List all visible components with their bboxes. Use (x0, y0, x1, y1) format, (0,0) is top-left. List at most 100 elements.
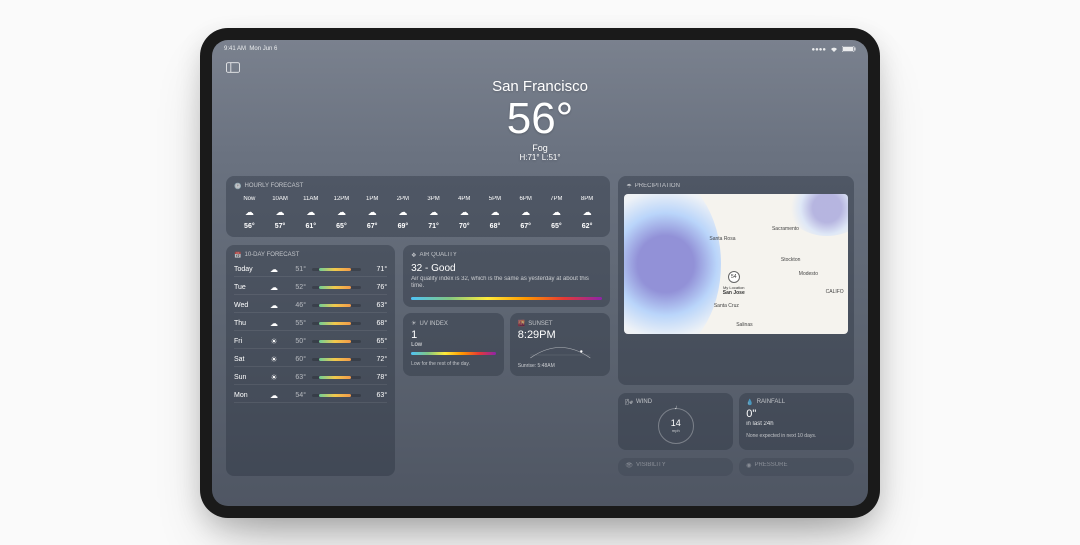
temp-range-bar (312, 340, 361, 343)
city-name: San Francisco (226, 78, 854, 95)
gauge-icon: ◉ (746, 462, 751, 469)
hourly-time: 2PM (388, 196, 419, 202)
hourly-temp: 67° (357, 223, 388, 230)
air-quality-card[interactable]: ❖AIR QUALITY 32 - Good Air quality index… (403, 245, 610, 308)
wind-card[interactable]: 🌬WIND ↓ 14 mph (618, 393, 733, 450)
weather-icon: ☀ (268, 373, 280, 382)
visibility-card[interactable]: 👁VISIBILITY (618, 458, 733, 476)
hourly-time: 1PM (357, 196, 388, 202)
hourly-time: 3PM (418, 196, 449, 202)
aq-label: ❖AIR QUALITY (411, 252, 602, 259)
hourly-temp: 62° (572, 223, 603, 230)
high-temp: 78° (367, 374, 387, 381)
ipad-device: 9:41 AM Mon Jun 6 ●●●● San Francisco 56°… (200, 28, 880, 518)
hourly-time: 7PM (541, 196, 572, 202)
sun-icon: ☀ (411, 320, 416, 327)
low-temp: 50° (286, 338, 306, 345)
high-temp: 72° (367, 356, 387, 363)
sunset-icon: 🌇 (518, 320, 525, 327)
high-temp: 63° (367, 302, 387, 309)
hourly-item: 1PM ☁ 67° (357, 196, 388, 230)
weather-icon: ☁ (572, 207, 603, 218)
weather-icon: ☁ (268, 283, 280, 292)
hourly-item: 12PM ☁ 65° (326, 196, 357, 230)
hourly-time: 6PM (510, 196, 541, 202)
low-temp: 54° (286, 392, 306, 399)
high-temp: 63° (367, 392, 387, 399)
uv-level: Low (411, 342, 496, 348)
day-label: Thu (234, 320, 262, 327)
uv-gradient (411, 352, 496, 355)
sun-path-curve (518, 343, 603, 361)
hourly-label: 🕐HOURLY FORECAST (234, 183, 602, 190)
temp-range-bar (312, 268, 361, 271)
tenday-label: 📅10-DAY FORECAST (234, 252, 387, 259)
clock-icon: 🕐 (234, 183, 241, 190)
weather-icon: ☁ (388, 207, 419, 218)
signal-icon: ●●●● (812, 47, 827, 53)
precipitation-map[interactable]: Santa RosaSacramentoStocktonModestoSanta… (624, 194, 848, 334)
tenday-item: Thu☁55°68° (234, 317, 387, 331)
hourly-item: 6PM☁67° (510, 196, 541, 230)
weather-icon: ☁ (265, 207, 296, 218)
tenday-item: Sun☀63°78° (234, 371, 387, 385)
rainfall-description: None expected in next 10 days. (746, 433, 847, 439)
hourly-time: 11AM (295, 196, 326, 202)
high-temp: 68° (367, 320, 387, 327)
day-label: Sun (234, 374, 262, 381)
rainfall-value: 0" (746, 408, 847, 420)
drop-icon: 💧 (746, 399, 753, 406)
ten-day-forecast-card[interactable]: 📅10-DAY FORECAST Today☁51°71°Tue☁52°76°W… (226, 245, 395, 476)
hourly-item: 7PM☁65° (541, 196, 572, 230)
day-label: Tue (234, 284, 262, 291)
wifi-icon (830, 46, 838, 54)
aq-icon: ❖ (411, 252, 416, 259)
temp-range-bar (312, 322, 361, 325)
sunset-time: 8:29PM (518, 329, 603, 341)
hourly-temp: 61° (295, 223, 326, 230)
current-condition: Fog (226, 143, 854, 153)
weather-icon: ☁ (510, 207, 541, 218)
tenday-item: Mon☁54°63° (234, 389, 387, 403)
hourly-item: 3PM ☁ 71° (418, 196, 449, 230)
weather-icon: ☁ (357, 207, 388, 218)
hourly-temp: 65° (326, 223, 357, 230)
sunset-card[interactable]: 🌇SUNSET 8:29PM Sunrise: 5:48AM (510, 313, 611, 376)
hourly-temp: 70° (449, 223, 480, 230)
low-temp: 52° (286, 284, 306, 291)
high-temp: 65° (367, 338, 387, 345)
hourly-forecast-card[interactable]: 🕐HOURLY FORECAST Now☁56°10AM☁57°11AM☁61°… (226, 176, 610, 237)
umbrella-icon: ☂ (626, 183, 631, 190)
wind-icon: 🌬 (625, 399, 633, 406)
calendar-icon: 📅 (234, 252, 241, 259)
rainfall-period: in last 24h (746, 421, 847, 427)
map-city-label: Modesto (799, 271, 818, 277)
low-temp: 51° (286, 266, 306, 273)
sunrise-time: Sunrise: 5:48AM (518, 363, 603, 369)
app-content: San Francisco 56° Fog H:71° L:51° 🕐HOURL… (212, 68, 868, 506)
hourly-temp: 71° (418, 223, 449, 230)
day-label: Mon (234, 392, 262, 399)
pressure-card[interactable]: ◉PRESSURE (739, 458, 854, 476)
my-location-pin[interactable]: 54 My Location San Jose (723, 271, 745, 296)
weather-icon: ☁ (418, 207, 449, 218)
day-label: Today (234, 266, 262, 273)
tenday-item: Fri☀50°65° (234, 335, 387, 349)
weather-icon: ☁ (449, 207, 480, 218)
status-time: 9:41 AM Mon Jun 6 (224, 46, 277, 54)
precipitation-map-card[interactable]: ☂PRECIPITATION Santa RosaSacramentoStock… (618, 176, 854, 385)
wind-direction-arrow: ↓ (674, 404, 678, 411)
weather-icon: ☀ (268, 355, 280, 364)
hourly-temp: 56° (234, 223, 265, 230)
weather-icon: ☁ (480, 207, 511, 218)
hourly-temp: 57° (265, 223, 296, 230)
high-temp: 76° (367, 284, 387, 291)
rainfall-card[interactable]: 💧RAINFALL 0" in last 24h None expected i… (739, 393, 854, 450)
hourly-time: 12PM (326, 196, 357, 202)
weather-icon: ☁ (326, 207, 357, 218)
hourly-temp: 65° (541, 223, 572, 230)
hourly-item: 11AM☁61° (295, 196, 326, 230)
uv-index-card[interactable]: ☀UV INDEX 1 Low Low for the rest of the … (403, 313, 504, 376)
wind-compass: ↓ 14 mph (658, 408, 694, 444)
current-temp: 56° (226, 97, 854, 141)
